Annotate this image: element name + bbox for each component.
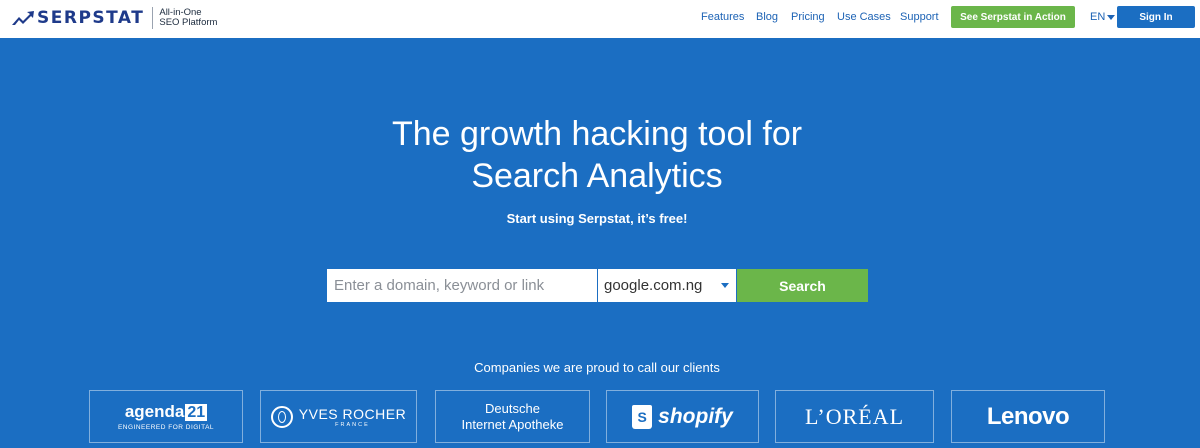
- brand-name: SERPSTAT: [37, 8, 145, 28]
- agenda-number: 21: [185, 403, 208, 421]
- nav-features[interactable]: Features: [701, 11, 744, 23]
- chevron-down-icon: [721, 283, 729, 288]
- serpstat-logo[interactable]: SERPSTAT All-in-One SEO Platform: [12, 6, 217, 30]
- client-logo-loreal: L’ORÉAL: [775, 390, 934, 443]
- logo-divider: [152, 7, 154, 29]
- chevron-down-icon: [1107, 14, 1116, 20]
- language-selector[interactable]: EN: [1090, 11, 1116, 23]
- shopping-bag-icon: S: [632, 404, 653, 429]
- hero-title-line-1: The growth hacking tool for: [391, 115, 803, 153]
- nav-pricing[interactable]: Pricing: [791, 11, 825, 23]
- nav-use-cases[interactable]: Use Cases: [837, 11, 891, 23]
- apotheke-line-1: Deutsche: [485, 400, 540, 416]
- hero-subtitle: Start using Serpstat, it’s free!: [506, 211, 688, 226]
- search-region-value: google.com.ng: [604, 277, 703, 294]
- hero-title-line-2: Search Analytics: [471, 157, 723, 195]
- shopify-wordmark: shopify: [658, 404, 733, 428]
- lenovo-wordmark: Lenovo: [986, 402, 1070, 430]
- search-input[interactable]: [327, 269, 597, 302]
- loreal-wordmark: L’ORÉAL: [804, 403, 905, 429]
- client-logo-lenovo: Lenovo: [951, 390, 1105, 443]
- clients-title: Companies we are proud to call our clien…: [474, 360, 720, 375]
- client-logo-deutsche-internet-apotheke: Deutsche Internet Apotheke: [435, 390, 590, 443]
- yves-rocher-emblem-icon: [270, 405, 293, 428]
- top-header: SERPSTAT All-in-One SEO Platform Feature…: [0, 0, 1200, 38]
- search-region-select[interactable]: google.com.ng: [598, 269, 736, 302]
- yves-rocher-wordmark: YVES ROCHER: [298, 405, 407, 422]
- client-logo-shopify: S shopify: [606, 390, 759, 443]
- brand-tagline: All-in-One SEO Platform: [159, 8, 217, 28]
- nav-blog[interactable]: Blog: [756, 11, 778, 23]
- nav-support[interactable]: Support: [900, 11, 939, 23]
- yves-rocher-country: FRANCE: [335, 421, 370, 428]
- agenda-wordmark: agenda: [124, 402, 185, 421]
- language-label: EN: [1090, 11, 1106, 23]
- apotheke-line-2: Internet Apotheke: [461, 416, 564, 432]
- tagline-line-2: SEO Platform: [159, 17, 218, 28]
- logo-arrow-icon: [12, 11, 34, 25]
- client-logo-yves-rocher: YVES ROCHER FRANCE: [260, 390, 417, 443]
- see-in-action-button[interactable]: See Serpstat in Action: [951, 6, 1075, 28]
- hero-title: The growth hacking tool for Search Analy…: [0, 113, 1194, 197]
- client-logo-agenda21: agenda 21 ENGINEERED FOR DIGITAL: [89, 390, 243, 443]
- agenda-tagline: ENGINEERED FOR DIGITAL: [117, 424, 215, 431]
- search-button[interactable]: Search: [737, 269, 868, 302]
- sign-in-button[interactable]: Sign In: [1117, 6, 1195, 28]
